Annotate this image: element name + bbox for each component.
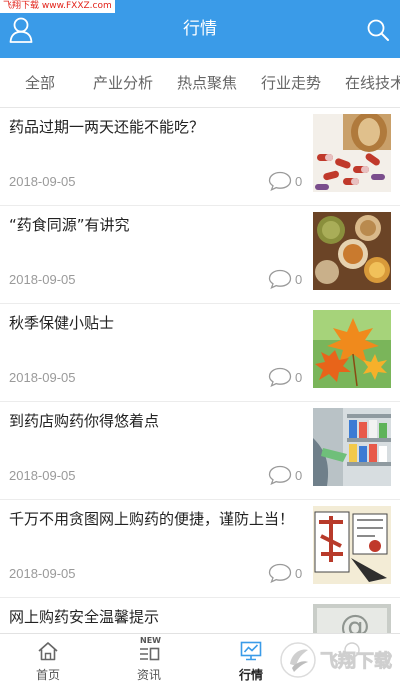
article-date: 2018-09-05	[9, 468, 76, 483]
comment-count: 0	[295, 174, 303, 189]
svg-text:@: @	[340, 609, 370, 633]
list-item[interactable]: 到药店购药你得悠着点 2018-09-05 0	[0, 402, 400, 500]
news-badge: NEW	[140, 636, 161, 645]
article-title: 网上购药安全温馨提示	[9, 608, 160, 626]
herbs-thumbnail	[313, 212, 391, 290]
comment-count: 0	[295, 566, 303, 581]
comment-count: 0	[295, 272, 303, 287]
nav-news[interactable]: NEW 资讯	[109, 634, 189, 686]
watermark-logo: 飞翔下载	[280, 642, 392, 678]
article-title: “药食同源”有讲究	[9, 216, 130, 234]
comment-count: 0	[295, 370, 303, 385]
home-icon	[38, 642, 58, 661]
email-keyboard-thumbnail: @	[313, 604, 391, 633]
news-icon	[140, 647, 160, 661]
pharmacy-shelf-thumbnail	[313, 408, 391, 486]
pills-thumbnail	[313, 114, 391, 192]
list-item[interactable]: 药品过期一两天还能不能吃？ 2018-09-05 0	[0, 108, 400, 206]
page-title: 行情	[183, 19, 217, 39]
comment-icon[interactable]	[268, 269, 292, 289]
tab-hot-topics[interactable]: 热点聚焦	[177, 73, 237, 93]
tab-all[interactable]: 全部	[25, 73, 55, 93]
article-list: 药品过期一两天还能不能吃？ 2018-09-05 0 “药食同源”有讲究 201…	[0, 108, 400, 633]
tab-industry-analysis[interactable]: 产业分析	[93, 73, 153, 93]
tab-online-tech[interactable]: 在线技术	[345, 73, 400, 93]
article-title: 秋季保健小贴士	[9, 314, 115, 332]
list-item[interactable]: 千万不用贪图网上购药的便捷，谨防上当！ 2018-09-05 0	[0, 500, 400, 598]
article-title: 千万不用贪图网上购药的便捷，谨防上当！	[9, 510, 295, 528]
list-item[interactable]: 秋季保健小贴士 2018-09-05 0	[0, 304, 400, 402]
article-title: 到药店购药你得悠着点	[9, 412, 160, 430]
watermark-text: 飞翔下载 www.FXXZ.com	[0, 0, 115, 13]
category-tabs: 全部 产业分析 热点聚焦 行业走势 在线技术	[0, 58, 400, 108]
article-date: 2018-09-05	[9, 370, 76, 385]
comment-count: 0	[295, 468, 303, 483]
comment-icon[interactable]	[268, 171, 292, 191]
nav-news-label: 资讯	[136, 668, 161, 682]
comment-icon[interactable]	[268, 465, 292, 485]
list-item[interactable]: 网上购药安全温馨提示 @	[0, 598, 400, 633]
article-date: 2018-09-05	[9, 566, 76, 581]
list-item[interactable]: “药食同源”有讲究 2018-09-05 0	[0, 206, 400, 304]
comment-icon[interactable]	[268, 563, 292, 583]
online-pharmacy-thumbnail	[313, 506, 391, 584]
article-date: 2018-09-05	[9, 174, 76, 189]
article-title: 药品过期一两天还能不能吃？	[9, 118, 205, 136]
tab-industry-trends[interactable]: 行业走势	[261, 73, 321, 93]
nav-home[interactable]: 首页	[8, 634, 88, 686]
search-icon[interactable]	[366, 18, 390, 42]
nav-home-label: 首页	[35, 668, 60, 682]
comment-icon[interactable]	[268, 367, 292, 387]
market-icon	[240, 641, 262, 661]
watermark-bottom-text: 飞翔下载	[320, 650, 392, 672]
article-date: 2018-09-05	[9, 272, 76, 287]
maple-leaves-thumbnail	[313, 310, 391, 388]
